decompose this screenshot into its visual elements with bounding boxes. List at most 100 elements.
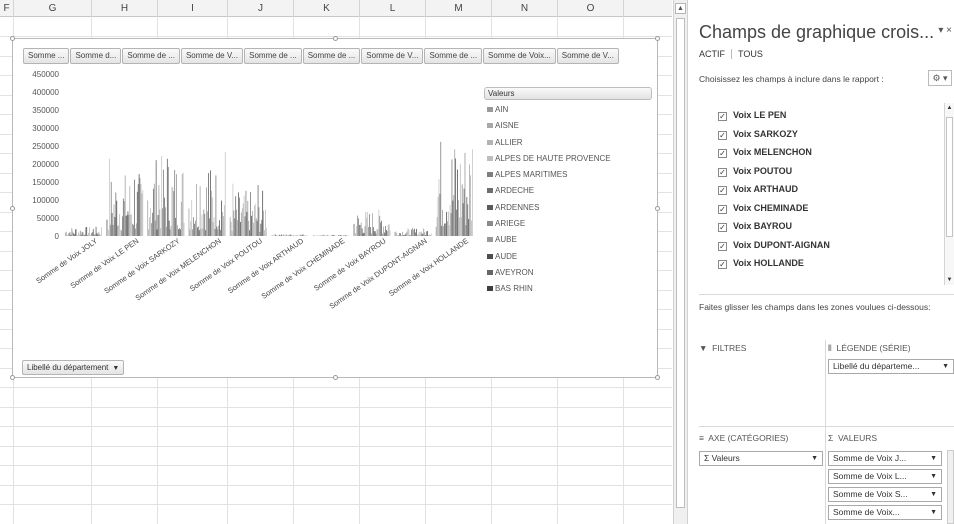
- chart-bar: [137, 184, 139, 236]
- chart-bar: [470, 175, 471, 236]
- field-checkbox-item[interactable]: ✓ Voix MELENCHON: [718, 143, 812, 161]
- legend-zone-field[interactable]: Libellé du départeme... ▼: [828, 359, 954, 374]
- category-field-button[interactable]: Libellé du département ▼: [22, 360, 125, 375]
- chart-bar: [457, 169, 458, 236]
- chart-bar: [126, 214, 128, 236]
- chart-bar: [245, 190, 247, 236]
- scroll-up-icon[interactable]: ▲: [945, 105, 954, 111]
- scrollbar-thumb[interactable]: [946, 117, 953, 237]
- value-field-button[interactable]: Somme de ...: [122, 48, 180, 64]
- value-field-button[interactable]: Somme de Voix...: [483, 48, 556, 64]
- legend-swatch: [487, 286, 493, 292]
- column-header[interactable]: K: [294, 0, 360, 17]
- chart-bar: [372, 213, 373, 236]
- drag-hint: Faites glisser les champs dans les zones…: [699, 302, 931, 312]
- chart-bar: [288, 235, 290, 236]
- spreadsheet-area[interactable]: FGHIJKLMNO Somme ... Somme d... Somme de .…: [0, 0, 672, 524]
- legend-item: ALPES MARITIMES: [484, 167, 652, 183]
- x-category-label: Somme de Voix MELENCHON: [134, 236, 223, 302]
- column-header[interactable]: I: [158, 0, 228, 17]
- checkbox-checked-icon[interactable]: ✓: [718, 223, 727, 232]
- chart-bar: [247, 201, 249, 236]
- values-zone-field[interactable]: Somme de Voix... ▼: [828, 505, 942, 520]
- scrollbar-thumb[interactable]: [676, 18, 685, 508]
- chart-bar: [377, 229, 379, 236]
- resize-handle[interactable]: [655, 206, 660, 211]
- pivot-chart[interactable]: Somme ... Somme d... Somme de ... Somme de …: [10, 36, 660, 380]
- column-header[interactable]: H: [92, 0, 158, 17]
- gridline: [0, 485, 672, 486]
- legend-header-button[interactable]: Valeurs: [484, 87, 652, 100]
- chart-bar: [283, 234, 284, 236]
- checkbox-checked-icon[interactable]: ✓: [718, 112, 727, 121]
- tab-tous[interactable]: TOUS: [738, 49, 769, 59]
- column-header[interactable]: G: [14, 0, 92, 17]
- checkbox-checked-icon[interactable]: ✓: [718, 149, 727, 158]
- chart-bar: [398, 235, 400, 236]
- resize-handle[interactable]: [655, 36, 660, 41]
- values-zone-scrollbar[interactable]: [947, 450, 954, 524]
- value-field-button[interactable]: Somme ...: [23, 48, 70, 64]
- values-zone-field[interactable]: Somme de Voix S... ▼: [828, 487, 942, 502]
- chart-bar: [464, 152, 466, 236]
- legend-label: AUDE: [495, 251, 518, 261]
- value-field-button[interactable]: Somme de V...: [361, 48, 424, 64]
- value-field-button[interactable]: Somme de V...: [180, 48, 244, 64]
- values-zone-field[interactable]: Somme de Voix J... ▼: [828, 451, 942, 466]
- chart-bar: [218, 225, 220, 236]
- field-checkbox-item[interactable]: ✓ Voix ARTHAUD: [718, 180, 798, 198]
- chart-bar: [360, 222, 362, 236]
- column-header[interactable]: J: [228, 0, 294, 17]
- y-tick-label: 100000: [32, 196, 59, 205]
- checkbox-checked-icon[interactable]: ✓: [718, 204, 727, 214]
- resize-handle[interactable]: [333, 36, 338, 41]
- pane-window-controls[interactable]: ▾ ×: [938, 25, 952, 36]
- field-checkbox-item[interactable]: ✓ Voix DUPONT-AIGNAN: [718, 236, 830, 254]
- field-checkbox-item[interactable]: ✓ Voix SARKOZY: [718, 125, 798, 143]
- gridline: [0, 465, 672, 466]
- column-header[interactable]: L: [360, 0, 426, 17]
- column-header[interactable]: N: [492, 0, 558, 17]
- column-header[interactable]: O: [558, 0, 624, 17]
- value-field-button[interactable]: Somme d...: [70, 48, 122, 64]
- value-field-button[interactable]: Somme de V...: [556, 48, 619, 64]
- value-field-button[interactable]: Somme de ...: [244, 48, 302, 64]
- chart-bar: [209, 218, 210, 236]
- resize-handle[interactable]: [10, 36, 15, 41]
- checkbox-checked-icon[interactable]: ✓: [718, 130, 727, 140]
- checkbox-checked-icon[interactable]: ✓: [718, 186, 727, 195]
- field-checkbox-item[interactable]: ✓ Voix POUTOU: [718, 162, 792, 180]
- checkbox-checked-icon[interactable]: ✓: [718, 241, 727, 251]
- chart-bar: [421, 233, 423, 236]
- field-checkbox-item[interactable]: ✓ Voix CHEMINADE: [718, 199, 808, 217]
- chart-bar: [177, 225, 178, 236]
- column-header[interactable]: F: [0, 0, 14, 17]
- chart-bar: [158, 185, 160, 236]
- chart-bar: [231, 230, 233, 236]
- legend-item: ALPES DE HAUTE PROVENCE: [484, 151, 652, 167]
- legend-item: ARIEGE: [484, 216, 652, 232]
- field-checkbox-item[interactable]: ✓ Voix HOLLANDE: [718, 254, 804, 272]
- resize-handle[interactable]: [10, 375, 15, 380]
- resize-handle[interactable]: [333, 375, 338, 380]
- field-checkbox-item[interactable]: ✓ Voix LE PEN: [718, 106, 786, 124]
- scroll-down-icon[interactable]: ▼: [945, 277, 954, 283]
- gridline: [0, 426, 672, 427]
- tab-actif[interactable]: ACTIF: [699, 49, 732, 59]
- chart-bar: [237, 220, 238, 236]
- chart-bar: [452, 200, 454, 236]
- field-checkbox-item[interactable]: ✓ Voix BAYROU: [718, 217, 792, 235]
- value-field-button[interactable]: Somme de ...: [302, 48, 361, 64]
- axis-zone-field[interactable]: Σ Valeurs ▼: [699, 451, 823, 466]
- resize-handle[interactable]: [655, 375, 660, 380]
- checkbox-checked-icon[interactable]: ✓: [718, 260, 727, 269]
- column-header[interactable]: M: [426, 0, 492, 17]
- values-zone-field[interactable]: Somme de Voix L... ▼: [828, 469, 942, 484]
- field-list-scrollbar[interactable]: ▲ ▼: [944, 103, 954, 285]
- sheet-vertical-scrollbar[interactable]: ▲: [673, 0, 688, 524]
- value-field-button[interactable]: Somme de ...: [424, 48, 483, 64]
- chevron-down-icon: ▼: [942, 363, 949, 370]
- gear-icon[interactable]: ⚙ ▾: [928, 70, 952, 86]
- checkbox-checked-icon[interactable]: ✓: [718, 167, 727, 177]
- scroll-up-icon[interactable]: ▲: [675, 3, 686, 14]
